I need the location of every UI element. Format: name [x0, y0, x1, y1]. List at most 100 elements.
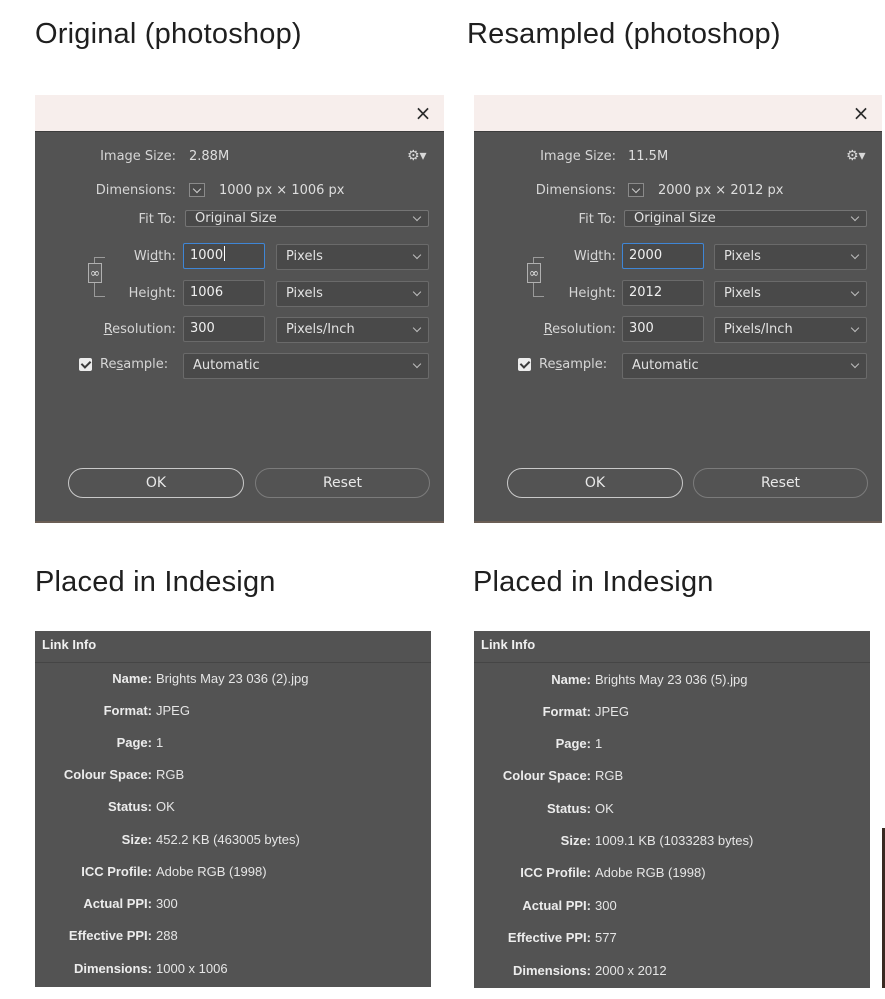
effective-ppi-label: Effective PPI: [68, 928, 152, 943]
link-info-divider [35, 662, 431, 663]
resolution-input[interactable]: 300 [183, 316, 265, 342]
format-value: JPEG [595, 704, 629, 719]
close-icon[interactable]: × [412, 100, 434, 126]
format-label: Format: [542, 704, 591, 719]
resample-checkbox[interactable] [79, 358, 92, 371]
height-unit-select[interactable]: Pixels [276, 281, 429, 307]
width-input[interactable]: 2000 [622, 243, 704, 269]
name-value: Brights May 23 036 (5).jpg [595, 672, 748, 687]
colour-space-value: RGB [156, 767, 185, 782]
size-label: Size: [121, 832, 152, 847]
resample-label: Resample: [100, 357, 169, 372]
icc-profile-label: ICC Profile: [81, 864, 152, 879]
actual-ppi-label: Actual PPI: [83, 896, 152, 911]
text-cursor [224, 246, 226, 261]
ok-button[interactable]: OK [507, 468, 683, 498]
image-size-value: 2.88M [189, 149, 230, 164]
heading-placed-left: Placed in Indesign [35, 566, 276, 598]
link-info-title: Link Info [42, 637, 97, 652]
link-bracket-bottom [94, 282, 105, 297]
resample-checkbox[interactable] [518, 358, 531, 371]
gear-icon[interactable]: ⚙▾ [846, 148, 866, 164]
dimensions-value: 1000 px × 1006 px [219, 183, 345, 198]
image-size-dialog-resampled: × Image Size: 11.5M ⚙▾ Dimensions: 2000 … [474, 95, 882, 523]
dialog-bottom-edge [474, 521, 882, 523]
heading-placed-right: Placed in Indesign [473, 566, 714, 598]
fit-to-select[interactable]: Original Size [624, 210, 867, 227]
reset-button[interactable]: Reset [255, 468, 430, 498]
dimensions-label: Dimensions: [95, 183, 176, 198]
dimensions-label: Dimensions: [73, 961, 152, 976]
resolution-label: Resolution: [103, 322, 176, 337]
gear-icon[interactable]: ⚙▾ [407, 148, 427, 164]
dimensions-label: Dimensions: [535, 183, 616, 198]
link-chain-icon[interactable]: ∞ [527, 263, 541, 283]
colour-space-value: RGB [595, 768, 624, 783]
name-value: Brights May 23 036 (2).jpg [156, 671, 309, 686]
reset-button[interactable]: Reset [693, 468, 868, 498]
status-label: Status: [107, 799, 152, 814]
dialog-titlebar [35, 95, 444, 131]
resample-method-select[interactable]: Automatic [183, 353, 429, 379]
height-input[interactable]: 1006 [183, 280, 265, 306]
resolution-input[interactable]: 300 [622, 316, 704, 342]
width-unit-select[interactable]: Pixels [276, 244, 429, 270]
close-icon[interactable]: × [850, 100, 872, 126]
width-label: Width: [573, 249, 616, 264]
page-label: Page: [116, 735, 152, 750]
page-label: Page: [555, 736, 591, 751]
width-input[interactable]: 1000 [183, 243, 265, 269]
dimensions-value: 2000 px × 2012 px [658, 183, 784, 198]
titlebar-divider [474, 131, 882, 132]
height-unit-select[interactable]: Pixels [714, 281, 867, 307]
height-label: Height: [128, 286, 176, 301]
heading-original: Original (photoshop) [35, 18, 302, 50]
colour-space-label: Colour Space: [63, 767, 152, 782]
dimensions-toggle-chevron-icon[interactable] [189, 183, 205, 197]
effective-ppi-value: 577 [595, 930, 617, 945]
link-info-divider [474, 662, 870, 663]
dimensions-toggle-chevron-icon[interactable] [628, 183, 644, 197]
dialog-bottom-edge [35, 521, 444, 523]
image-size-label: Image Size: [100, 149, 176, 164]
size-label: Size: [560, 833, 591, 848]
resolution-label: Resolution: [543, 322, 616, 337]
link-info-title: Link Info [481, 637, 536, 652]
fit-to-label: Fit To: [578, 212, 616, 227]
image-size-label: Image Size: [540, 149, 616, 164]
link-info-panel-original: Link Info Name: Brights May 23 036 (2).j… [35, 631, 431, 987]
size-value: 452.2 KB (463005 bytes) [156, 832, 300, 847]
format-label: Format: [103, 703, 152, 718]
dimensions-value: 1000 x 1006 [156, 961, 228, 976]
status-value: OK [595, 801, 614, 816]
link-info-panel-resampled: Link Info Name: Brights May 23 036 (5).j… [474, 631, 870, 988]
resolution-unit-select[interactable]: Pixels/Inch [714, 317, 867, 343]
image-size-dialog-original: × Image Size: 2.88M ⚙▾ Dimensions: 1000 … [35, 95, 444, 523]
name-label: Name: [551, 672, 591, 687]
width-label: Width: [133, 249, 176, 264]
actual-ppi-value: 300 [156, 896, 178, 911]
fit-to-label: Fit To: [138, 212, 176, 227]
ok-button[interactable]: OK [68, 468, 244, 498]
resample-method-select[interactable]: Automatic [622, 353, 867, 379]
icc-profile-value: Adobe RGB (1998) [156, 864, 267, 879]
height-label: Height: [568, 286, 616, 301]
resample-label: Resample: [539, 357, 608, 372]
page-value: 1 [156, 735, 164, 750]
image-size-value: 11.5M [628, 149, 669, 164]
name-label: Name: [112, 671, 152, 686]
fit-to-select[interactable]: Original Size [185, 210, 429, 227]
dimensions-label: Dimensions: [512, 963, 591, 978]
status-label: Status: [546, 801, 591, 816]
titlebar-divider [35, 131, 444, 132]
format-value: JPEG [156, 703, 190, 718]
dialog-titlebar [474, 95, 882, 131]
icc-profile-label: ICC Profile: [520, 865, 591, 880]
width-unit-select[interactable]: Pixels [714, 244, 867, 270]
link-chain-icon[interactable]: ∞ [88, 263, 102, 283]
dimensions-value: 2000 x 2012 [595, 963, 667, 978]
effective-ppi-value: 288 [156, 928, 178, 943]
height-input[interactable]: 2012 [622, 280, 704, 306]
resolution-unit-select[interactable]: Pixels/Inch [276, 317, 429, 343]
icc-profile-value: Adobe RGB (1998) [595, 865, 706, 880]
